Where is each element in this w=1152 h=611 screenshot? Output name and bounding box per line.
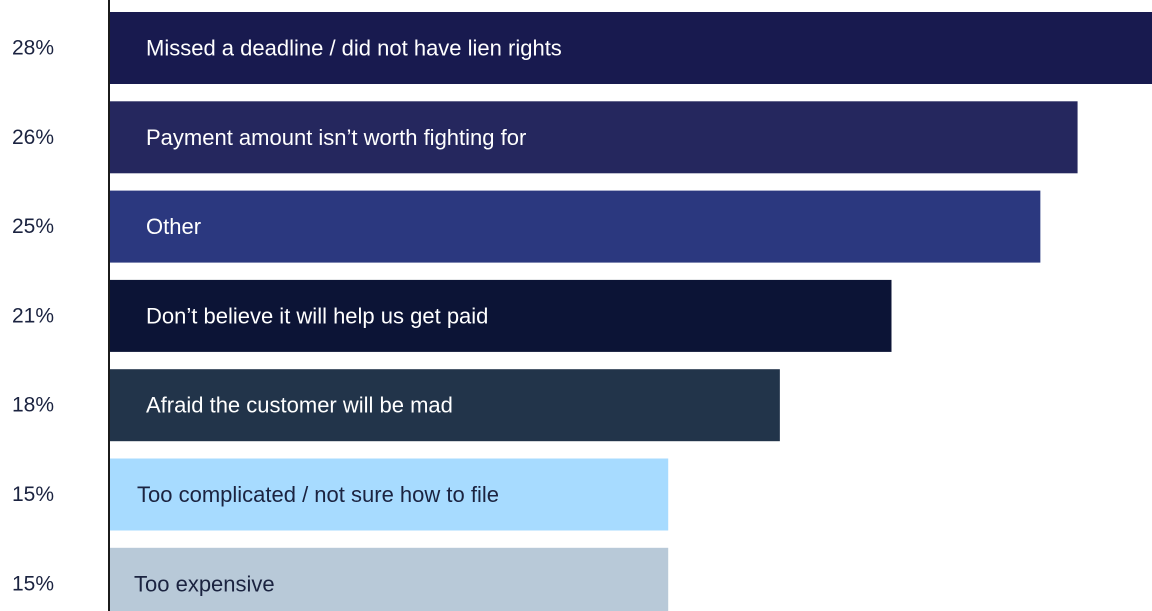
value-label-4: 21% (12, 304, 54, 327)
value-label-6: 15% (12, 483, 54, 506)
bar-category-label-7: Too expensive (134, 571, 275, 596)
value-label-1: 28% (12, 37, 54, 60)
horizontal-bar-chart: Missed a deadline / did not have lien ri… (12, 0, 1152, 611)
value-labels-layer: 28% 26% 25% 21% 18% 15% 15% (12, 37, 54, 596)
bar-category-label-1: Missed a deadline / did not have lien ri… (146, 36, 562, 61)
bar-category-label-6: Too complicated / not sure how to file (137, 482, 499, 507)
bar-3 (110, 190, 1041, 263)
bar-category-label-5: Afraid the customer will be mad (146, 393, 453, 418)
value-label-2: 26% (12, 126, 54, 149)
bar-category-label-4: Don’t believe it will help us get paid (146, 303, 488, 328)
value-label-5: 18% (12, 394, 54, 417)
value-label-7: 15% (12, 572, 54, 595)
bars-layer: Missed a deadline / did not have lien ri… (110, 12, 1152, 611)
bar-category-label-2: Payment amount isn’t worth fighting for (146, 125, 526, 150)
bar-category-label-3: Other (146, 214, 201, 239)
value-label-3: 25% (12, 215, 54, 238)
